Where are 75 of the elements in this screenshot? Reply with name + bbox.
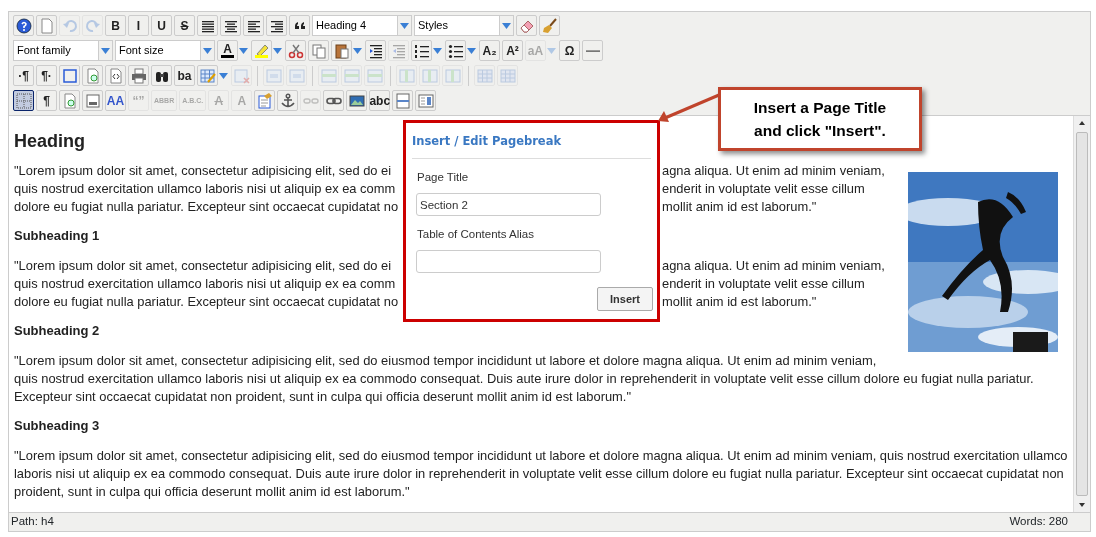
paragraph: "Lorem ipsum dolor sit amet, consectetur adipisicing elit, sed do eiusmod tempor incididunt ut labore et dolore magna aliqua. Ut enim ad minim veniam, quis nostrud exercitation ullamco laboris nisi ut aliquip ex ea commodo consequat. Duis aute irure dolor in reprehenderit in voluptate velit esse cillum dolore eu fugiat nulla pariatur. Excepteur sint occaecat cupidatat non proident, sunt in culpa qui officia deserunt mollit anim id est laborum.": [14, 447, 1069, 501]
text-line: agna aliqua. Ut enim ad minim veniam,: [662, 162, 885, 180]
image-icon[interactable]: [346, 90, 368, 111]
bullet-list-icon[interactable]: [445, 40, 466, 61]
text-line: agna aliqua. Ut enim ad minim veniam,: [662, 257, 885, 275]
text-line: quis nostrud exercitation ullamco laboris nisi ut aliquip ex ea comm: [14, 180, 397, 198]
eraser-icon[interactable]: [516, 15, 537, 36]
numbered-list-icon[interactable]: [411, 40, 432, 61]
format-button[interactable]: AA: [105, 90, 126, 111]
align-justify-icon[interactable]: [197, 15, 218, 36]
help-icon[interactable]: [13, 15, 34, 36]
link-icon[interactable]: [323, 90, 345, 111]
template-icon[interactable]: [82, 90, 103, 111]
field-label: Table of Contents Alias: [417, 227, 534, 243]
broom-icon[interactable]: [539, 15, 560, 36]
format-select[interactable]: Font size: [115, 40, 201, 61]
dialog-title: Insert / Edit Pagebreak: [412, 133, 651, 160]
paragraph: "Lorem ipsum dolor sit amet, consectetur adipisicing elit, sed do eiusmod tempor incididunt ut labore et dolore magna aliqua. Ut enim ad minim veniam, quis nostrud exercitation ullamco laboris nisi ut aliquip ex ea commodo consequat. Duis aute irure dolor in reprehenderit in voluptate velit esse cillum dolore eu fugiat nulla pariatur. Excepteur sint occaecat cupidatat non proident, sunt in culpa qui officia deserunt mollit anim id est laborum.": [14, 352, 1035, 406]
subheading: Subheading 1: [14, 227, 100, 245]
fullscreen-icon[interactable]: [59, 65, 80, 86]
text-line: dolore eu fugiat nulla pariatur. Excepteur sint occaecat cupidatat no: [14, 293, 400, 311]
format-button[interactable]: abc: [369, 90, 391, 111]
strikethrough-button[interactable]: S: [174, 15, 195, 36]
code-icon[interactable]: [105, 65, 126, 86]
format-button[interactable]: Ω: [559, 40, 580, 61]
align-center-icon[interactable]: [220, 15, 241, 36]
text-line: mollit anim id est laborum.": [662, 293, 817, 311]
path-element[interactable]: h4: [41, 515, 54, 528]
text-color-button[interactable]: A: [217, 40, 238, 61]
path-label: Path:: [11, 515, 38, 528]
format-button[interactable]: ·¶: [13, 65, 34, 86]
word-count: Words: 280: [1009, 514, 1068, 530]
page-break-icon[interactable]: [392, 90, 414, 111]
grid-guides-icon[interactable]: [13, 90, 34, 111]
format-select[interactable]: Font family: [13, 40, 99, 61]
table-icon[interactable]: [197, 65, 218, 86]
align-right-icon[interactable]: [266, 15, 287, 36]
format-select[interactable]: Styles: [414, 15, 500, 36]
preview-icon[interactable]: [59, 90, 80, 111]
subheading: Subheading 3: [14, 417, 100, 435]
preview-icon[interactable]: [82, 65, 103, 86]
format-button[interactable]: A²: [502, 40, 523, 61]
format-button[interactable]: ba: [174, 65, 195, 86]
text-line: dolore eu fugiat nulla pariatur. Excepteur sint occaecat cupidatat no: [14, 198, 400, 216]
text-line: mollit anim id est laborum.": [662, 198, 817, 216]
clipboard-icon[interactable]: [331, 40, 352, 61]
bold-button[interactable]: B: [105, 15, 126, 36]
text-line: enderit in voluptate velit esse cillum: [662, 275, 865, 293]
binoculars-icon[interactable]: [151, 65, 172, 86]
text-line: enderit in voluptate velit esse cillum: [662, 180, 865, 198]
italic-button[interactable]: I: [128, 15, 149, 36]
anchor-icon[interactable]: [277, 90, 299, 111]
format-button[interactable]: A₂: [479, 40, 500, 61]
heading: Heading: [14, 130, 85, 152]
format-button[interactable]: ¶·: [36, 65, 57, 86]
scrollbar[interactable]: [1073, 116, 1090, 512]
quote-icon[interactable]: [289, 15, 310, 36]
callout-text: and click "Insert".: [754, 121, 886, 141]
field-label: Page Title: [417, 170, 469, 186]
input-field[interactable]: [416, 250, 601, 274]
text-line: "Lorem ipsum dolor sit amet, consectetur adipisicing elit, sed do ei: [14, 257, 393, 275]
subheading: Subheading 2: [14, 322, 100, 340]
text-line: quis nostrud exercitation ullamco laboris nisi ut aliquip ex ea comm: [14, 275, 397, 293]
insert-button[interactable]: Insert: [597, 286, 653, 311]
input-field[interactable]: Section 2: [416, 193, 601, 217]
read-more-icon[interactable]: [415, 90, 437, 111]
format-button[interactable]: ¶: [36, 90, 57, 111]
printer-icon[interactable]: [128, 65, 149, 86]
format-select[interactable]: Heading 4: [312, 15, 398, 36]
indent-icon[interactable]: [365, 40, 386, 61]
align-left-icon[interactable]: [243, 15, 264, 36]
scissors-icon[interactable]: [285, 40, 306, 61]
underline-button[interactable]: U: [151, 15, 172, 36]
callout-text: Insert a Page Title: [753, 98, 887, 118]
text-line: "Lorem ipsum dolor sit amet, consectetur adipisicing elit, sed do ei: [14, 162, 393, 180]
